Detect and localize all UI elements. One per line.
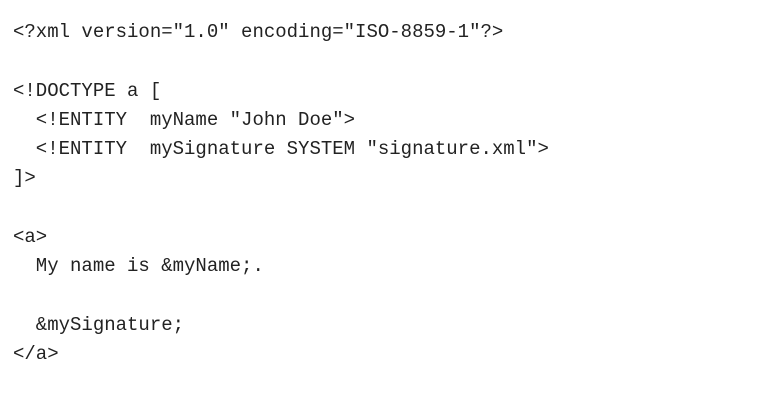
code-line-doctype-close: ]> [13, 167, 36, 190]
code-line-root-open: <a> [13, 226, 48, 249]
code-line-root-close: </a> [13, 343, 59, 366]
code-line-signature-entity: &mySignature; [13, 313, 185, 336]
code-line-doctype-open: <!DOCTYPE a [ [13, 79, 162, 102]
code-line-entity-myname: <!ENTITY myName "John Doe"> [13, 108, 356, 131]
code-line-name-text: My name is &myName;. [13, 255, 264, 278]
code-line-xml-declaration: <?xml version="1.0" encoding="ISO-8859-1… [13, 21, 504, 43]
code-line-entity-mysignature: <!ENTITY mySignature SYSTEM "signature.x… [13, 138, 549, 161]
xml-code-block: <?xml version="1.0" encoding="ISO-8859-1… [13, 18, 743, 370]
